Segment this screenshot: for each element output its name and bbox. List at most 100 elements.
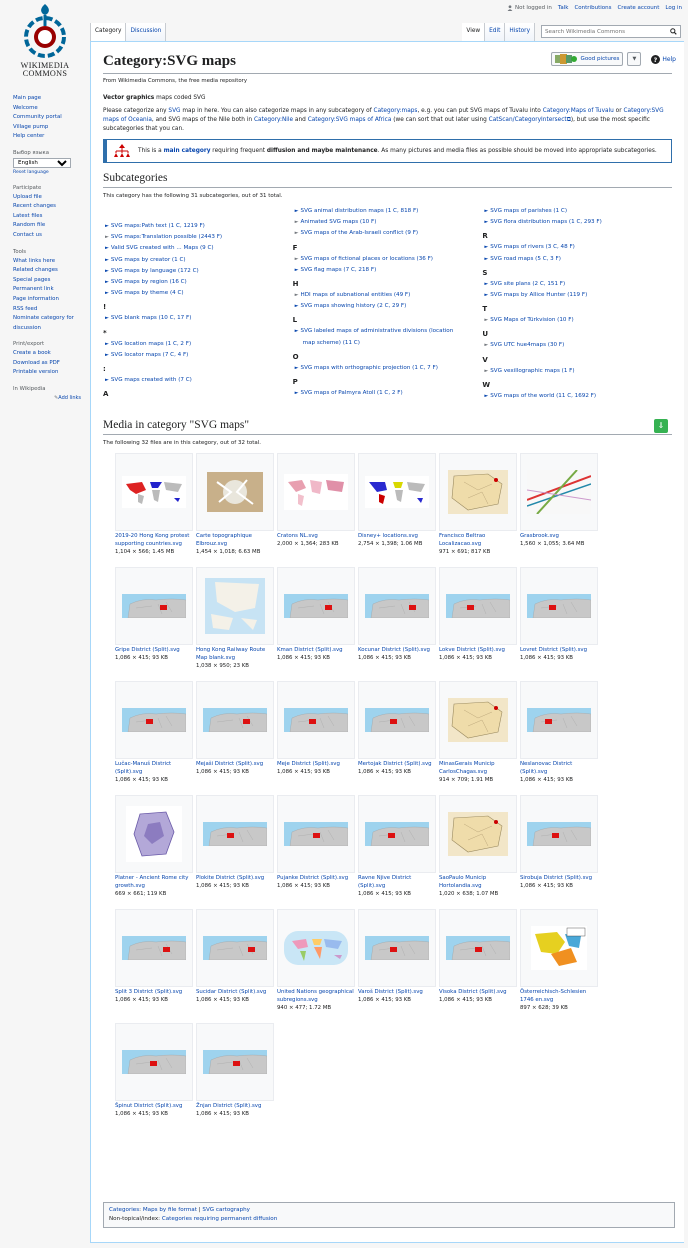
- file-link[interactable]: Kman District (Split).svg: [277, 647, 343, 653]
- subcategory-link[interactable]: SVG maps:Translation possible (2443 F): [111, 234, 222, 240]
- sidebar-link[interactable]: Welcome: [13, 104, 81, 114]
- svg-link[interactable]: SVG: [168, 108, 180, 114]
- expand-arrow-icon[interactable]: ►: [105, 279, 109, 285]
- expand-arrow-icon[interactable]: ►: [484, 393, 488, 399]
- file-link[interactable]: Špinut District (Split).svg: [115, 1103, 182, 1109]
- expand-arrow-icon[interactable]: ►: [484, 256, 488, 262]
- thumbnail[interactable]: [439, 567, 517, 645]
- thumbnail[interactable]: [196, 1023, 274, 1101]
- sidebar-link[interactable]: Nominate category for discussion: [13, 314, 81, 333]
- sidebar-link[interactable]: Contact us: [13, 231, 81, 241]
- expand-arrow-icon[interactable]: ►: [105, 268, 109, 274]
- sidebar-link[interactable]: Main page: [13, 94, 81, 104]
- file-link[interactable]: Österreichisch-Schlesien 1746 en.svg: [520, 989, 586, 1003]
- contributions-link[interactable]: Contributions: [574, 5, 611, 11]
- file-link[interactable]: Gripe District (Split).svg: [115, 647, 180, 653]
- sidebar-link[interactable]: Special pages: [13, 276, 81, 286]
- file-link[interactable]: Varoš District (Split).svg: [358, 989, 423, 995]
- thumbnail[interactable]: [520, 453, 598, 531]
- thumbnail[interactable]: [439, 453, 517, 531]
- empty-bullet-icon[interactable]: ►: [484, 368, 488, 374]
- subcategory-link[interactable]: SVG animal distribution maps (1 C, 818 F…: [301, 208, 419, 214]
- thumbnail[interactable]: [115, 1023, 193, 1101]
- hidden-category-link[interactable]: Categories requiring permanent diffusion: [162, 1216, 277, 1222]
- thumbnail[interactable]: [520, 909, 598, 987]
- sidebar-link[interactable]: Latest files: [13, 212, 81, 222]
- thumbnail[interactable]: [358, 567, 436, 645]
- thumbnail[interactable]: [520, 795, 598, 873]
- sidebar-link[interactable]: Permanent link: [13, 285, 81, 295]
- file-link[interactable]: Mejaši District (Split).svg: [196, 761, 263, 767]
- sidebar-link[interactable]: RSS feed: [13, 305, 81, 315]
- tab-discussion[interactable]: Discussion: [126, 23, 166, 41]
- thumbnail[interactable]: [115, 453, 193, 531]
- expand-arrow-icon[interactable]: ►: [295, 208, 299, 214]
- sidebar-link[interactable]: Page information: [13, 295, 81, 305]
- categories-label[interactable]: Categories: [109, 1207, 139, 1213]
- subcategory-link[interactable]: SVG flag maps (7 C, 218 F): [301, 267, 377, 273]
- sidebar-link[interactable]: Related changes: [13, 266, 81, 276]
- thumbnail[interactable]: [196, 909, 274, 987]
- file-link[interactable]: Plokite District (Split).svg: [196, 875, 264, 881]
- file-link[interactable]: Hong Kong Railway Route Map blank.svg: [196, 647, 265, 661]
- thumbnail[interactable]: [277, 681, 355, 759]
- file-link[interactable]: Split 3 District (Split).svg: [115, 989, 182, 995]
- maps-of-tuvalu-link[interactable]: Category:Maps of Tuvalu: [543, 108, 614, 114]
- nile-link[interactable]: Category:Nile: [254, 117, 293, 123]
- subcategory-link[interactable]: SVG maps of Palmyra Atoll (1 C, 2 F): [301, 390, 403, 396]
- subcategory-link[interactable]: SVG maps of parishes (1 C): [490, 208, 567, 214]
- file-link[interactable]: Sucidar District (Split).svg: [196, 989, 266, 995]
- file-link[interactable]: Lokve District (Split).svg: [439, 647, 505, 653]
- file-link[interactable]: United Nations geographical subregions.s…: [277, 989, 354, 1003]
- thumbnail[interactable]: [115, 567, 193, 645]
- empty-bullet-icon[interactable]: ►: [295, 256, 299, 262]
- category-maps-link[interactable]: Category:maps: [374, 108, 418, 114]
- expand-arrow-icon[interactable]: ►: [105, 352, 109, 358]
- thumbnail[interactable]: [277, 567, 355, 645]
- subcategory-link[interactable]: SVG maps of rivers (3 C, 48 F): [490, 244, 575, 250]
- subcategory-link[interactable]: SVG maps of the world (11 C, 1692 F): [490, 393, 596, 399]
- tab-category[interactable]: Category: [90, 23, 126, 41]
- expand-arrow-icon[interactable]: ►: [295, 328, 299, 334]
- thumbnail[interactable]: [196, 567, 274, 645]
- subcategory-link[interactable]: SVG Maps of Türkvision (10 F): [490, 317, 573, 323]
- search-input[interactable]: [545, 29, 670, 35]
- expand-arrow-icon[interactable]: ►: [105, 290, 109, 296]
- thumbnail[interactable]: [277, 453, 355, 531]
- empty-bullet-icon[interactable]: ►: [295, 219, 299, 225]
- subcategory-link[interactable]: SVG maps of the Arab-Israeli conflict (9…: [301, 230, 419, 236]
- sidebar-link[interactable]: Help center: [13, 132, 81, 142]
- category-link[interactable]: SVG cartography: [202, 1207, 250, 1213]
- tab-view[interactable]: View: [462, 23, 485, 41]
- tab-history[interactable]: History: [505, 23, 535, 41]
- subcategory-link[interactable]: SVG maps by theme (4 C): [111, 290, 184, 296]
- subcategory-link[interactable]: SVG labeled maps of administrative divis…: [301, 328, 454, 334]
- subcategory-link[interactable]: SVG locator maps (7 C, 4 F): [111, 352, 189, 358]
- sidebar-link[interactable]: Printable version: [13, 368, 81, 378]
- subcategory-link[interactable]: SVG maps created with (7 C): [111, 377, 192, 383]
- expand-arrow-icon[interactable]: ►: [295, 267, 299, 273]
- sidebar-link[interactable]: Download as PDF: [13, 359, 81, 369]
- catscan-link[interactable]: CatScan/CategoryIntersect: [489, 117, 567, 123]
- empty-bullet-icon[interactable]: ►: [295, 292, 299, 298]
- main-category-link[interactable]: main category: [164, 148, 211, 154]
- file-link[interactable]: Visoka District (Split).svg: [439, 989, 507, 995]
- thumbnail[interactable]: [358, 681, 436, 759]
- thumbnail[interactable]: [439, 795, 517, 873]
- subcategory-link[interactable]: SVG maps with orthographic projection (1…: [301, 365, 438, 371]
- language-select[interactable]: English: [13, 158, 71, 168]
- file-link[interactable]: Kocunar District (Split).svg: [358, 647, 430, 653]
- file-link[interactable]: 2019-20 Hong Kong protest supporting cou…: [115, 533, 189, 547]
- help-link[interactable]: ? Help: [651, 55, 676, 64]
- thumbnail[interactable]: [277, 795, 355, 873]
- file-link[interactable]: Disney+ locations.svg: [358, 533, 418, 539]
- sidebar-link[interactable]: Recent changes: [13, 202, 81, 212]
- expand-arrow-icon[interactable]: ►: [105, 245, 109, 251]
- expand-arrow-icon[interactable]: ►: [484, 281, 488, 287]
- add-links-link[interactable]: Add links: [58, 395, 81, 401]
- good-pictures-dropdown[interactable]: ▼: [627, 52, 641, 66]
- subcategory-link[interactable]: Valid SVG created with ... Maps (9 C): [111, 245, 214, 251]
- subcategory-link[interactable]: SVG maps by language (172 C): [111, 268, 199, 274]
- tab-edit[interactable]: Edit: [485, 23, 505, 41]
- thumbnail[interactable]: [196, 795, 274, 873]
